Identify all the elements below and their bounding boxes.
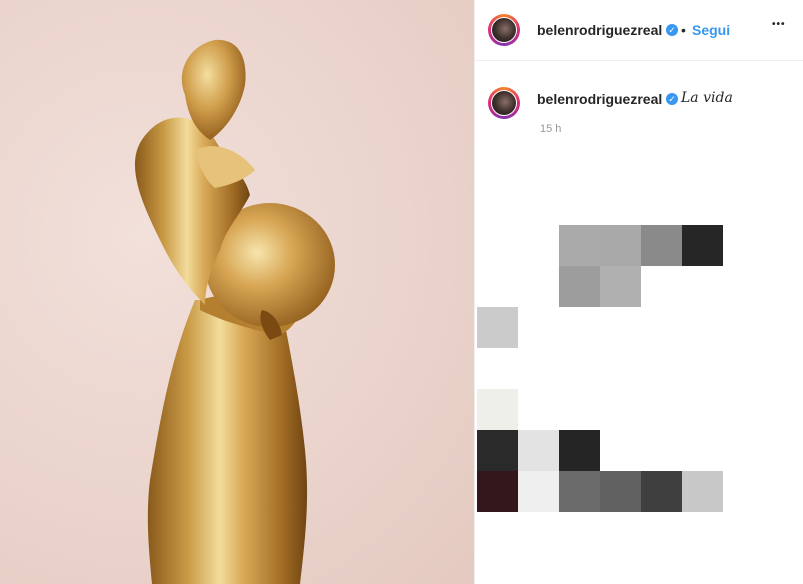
more-options-icon[interactable]: ••• bbox=[772, 19, 786, 30]
pixel-block bbox=[518, 471, 559, 512]
post-caption: La vida bbox=[681, 90, 733, 106]
pixel-block bbox=[600, 266, 641, 307]
instagram-post-window: belenrodriguezreal ✓ • Segui ••• belenro… bbox=[0, 0, 803, 584]
pixel-block bbox=[477, 430, 518, 471]
pixel-block bbox=[477, 471, 518, 512]
pixel-block bbox=[641, 225, 682, 266]
follow-button[interactable]: Segui bbox=[692, 22, 730, 38]
pixel-block bbox=[477, 307, 518, 348]
post-timestamp[interactable]: 15 h bbox=[540, 123, 561, 135]
pixel-block bbox=[600, 225, 641, 266]
post-header: belenrodriguezreal ✓ • Segui ••• bbox=[475, 0, 803, 61]
pixel-block bbox=[682, 225, 723, 266]
header-username[interactable]: belenrodriguezreal bbox=[537, 22, 662, 38]
comment-avatar[interactable] bbox=[488, 87, 520, 119]
pixel-block bbox=[559, 430, 600, 471]
pixel-block bbox=[641, 471, 682, 512]
pixel-block bbox=[682, 471, 723, 512]
avatar-image bbox=[491, 17, 517, 43]
post-sidebar: belenrodriguezreal ✓ • Segui ••• belenro… bbox=[475, 0, 803, 584]
pixel-block bbox=[559, 225, 600, 266]
pixel-block bbox=[518, 430, 559, 471]
comment-avatar-image bbox=[491, 90, 517, 116]
avatar[interactable] bbox=[488, 14, 520, 46]
pixel-block bbox=[600, 471, 641, 512]
pixel-block bbox=[559, 471, 600, 512]
post-image[interactable] bbox=[0, 0, 474, 584]
pixel-block bbox=[559, 266, 600, 307]
comment-verified-badge-icon: ✓ bbox=[666, 93, 678, 105]
statuette-illustration bbox=[135, 39, 335, 584]
separator-dot: • bbox=[681, 22, 686, 38]
comment-username[interactable]: belenrodriguezreal bbox=[537, 91, 662, 107]
verified-badge-icon: ✓ bbox=[666, 24, 678, 36]
pixel-block bbox=[477, 389, 518, 430]
